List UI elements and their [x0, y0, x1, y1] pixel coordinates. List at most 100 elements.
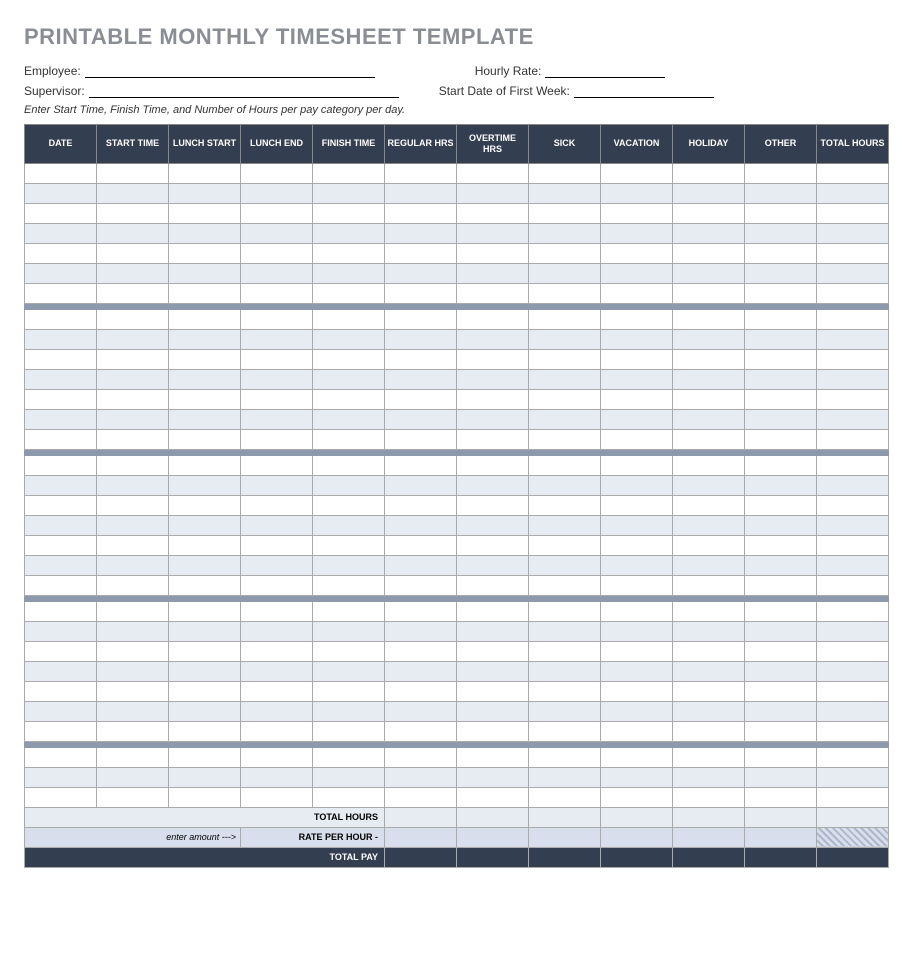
cell[interactable]	[457, 701, 529, 721]
cell[interactable]	[529, 263, 601, 283]
cell[interactable]	[673, 601, 745, 621]
cell[interactable]	[241, 263, 313, 283]
rate-cell[interactable]	[457, 827, 529, 847]
cell[interactable]	[601, 243, 673, 263]
cell[interactable]	[385, 575, 457, 595]
cell[interactable]	[385, 787, 457, 807]
cell[interactable]	[313, 721, 385, 741]
cell[interactable]	[817, 329, 889, 349]
cell[interactable]	[745, 429, 817, 449]
cell[interactable]	[97, 455, 169, 475]
cell[interactable]	[529, 409, 601, 429]
cell[interactable]	[97, 495, 169, 515]
cell[interactable]	[457, 409, 529, 429]
cell[interactable]	[601, 721, 673, 741]
cell[interactable]	[97, 601, 169, 621]
cell[interactable]	[601, 641, 673, 661]
cell[interactable]	[313, 495, 385, 515]
cell[interactable]	[529, 681, 601, 701]
cell[interactable]	[673, 575, 745, 595]
cell[interactable]	[169, 203, 241, 223]
cell[interactable]	[385, 535, 457, 555]
cell[interactable]	[25, 601, 97, 621]
cell[interactable]	[745, 535, 817, 555]
cell[interactable]	[457, 329, 529, 349]
cell[interactable]	[457, 535, 529, 555]
cell[interactable]	[673, 555, 745, 575]
cell[interactable]	[313, 641, 385, 661]
cell[interactable]	[385, 183, 457, 203]
cell[interactable]	[601, 621, 673, 641]
cell[interactable]	[529, 475, 601, 495]
cell[interactable]	[529, 429, 601, 449]
cell[interactable]	[745, 409, 817, 429]
cell[interactable]	[313, 701, 385, 721]
cell[interactable]	[745, 369, 817, 389]
cell[interactable]	[385, 223, 457, 243]
cell[interactable]	[529, 455, 601, 475]
cell[interactable]	[313, 535, 385, 555]
cell[interactable]	[241, 369, 313, 389]
employee-input-line[interactable]	[85, 64, 375, 78]
cell[interactable]	[169, 601, 241, 621]
cell[interactable]	[97, 661, 169, 681]
cell[interactable]	[97, 641, 169, 661]
cell[interactable]	[601, 575, 673, 595]
cell[interactable]	[169, 767, 241, 787]
cell[interactable]	[529, 767, 601, 787]
cell[interactable]	[241, 787, 313, 807]
cell[interactable]	[529, 203, 601, 223]
cell[interactable]	[817, 163, 889, 183]
cell[interactable]	[385, 495, 457, 515]
cell[interactable]	[97, 309, 169, 329]
cell[interactable]	[817, 767, 889, 787]
cell[interactable]	[169, 575, 241, 595]
cell[interactable]	[529, 641, 601, 661]
cell[interactable]	[313, 455, 385, 475]
cell[interactable]	[529, 389, 601, 409]
cell[interactable]	[385, 283, 457, 303]
cell[interactable]	[817, 681, 889, 701]
cell[interactable]	[817, 223, 889, 243]
cell[interactable]	[745, 283, 817, 303]
cell[interactable]	[745, 601, 817, 621]
cell[interactable]	[817, 747, 889, 767]
cell[interactable]	[169, 163, 241, 183]
cell[interactable]	[313, 661, 385, 681]
cell[interactable]	[169, 369, 241, 389]
cell[interactable]	[25, 475, 97, 495]
start-date-input-line[interactable]	[574, 84, 714, 98]
cell[interactable]	[313, 767, 385, 787]
cell[interactable]	[25, 787, 97, 807]
cell[interactable]	[241, 243, 313, 263]
cell[interactable]	[673, 409, 745, 429]
cell[interactable]	[673, 329, 745, 349]
cell[interactable]	[529, 329, 601, 349]
cell[interactable]	[601, 681, 673, 701]
cell[interactable]	[745, 721, 817, 741]
cell[interactable]	[25, 183, 97, 203]
cell[interactable]	[817, 601, 889, 621]
cell[interactable]	[385, 309, 457, 329]
cell[interactable]	[457, 475, 529, 495]
cell[interactable]	[601, 309, 673, 329]
cell[interactable]	[169, 495, 241, 515]
cell[interactable]	[241, 223, 313, 243]
cell[interactable]	[385, 701, 457, 721]
cell[interactable]	[817, 243, 889, 263]
cell[interactable]	[97, 475, 169, 495]
cell[interactable]	[745, 183, 817, 203]
cell[interactable]	[745, 787, 817, 807]
cell[interactable]	[385, 429, 457, 449]
cell[interactable]	[25, 349, 97, 369]
cell[interactable]	[385, 369, 457, 389]
cell[interactable]	[25, 455, 97, 475]
cell[interactable]	[673, 747, 745, 767]
cell[interactable]	[169, 721, 241, 741]
cell[interactable]	[385, 203, 457, 223]
cell[interactable]	[97, 555, 169, 575]
cell[interactable]	[673, 223, 745, 243]
cell[interactable]	[817, 575, 889, 595]
cell[interactable]	[601, 223, 673, 243]
cell[interactable]	[25, 283, 97, 303]
